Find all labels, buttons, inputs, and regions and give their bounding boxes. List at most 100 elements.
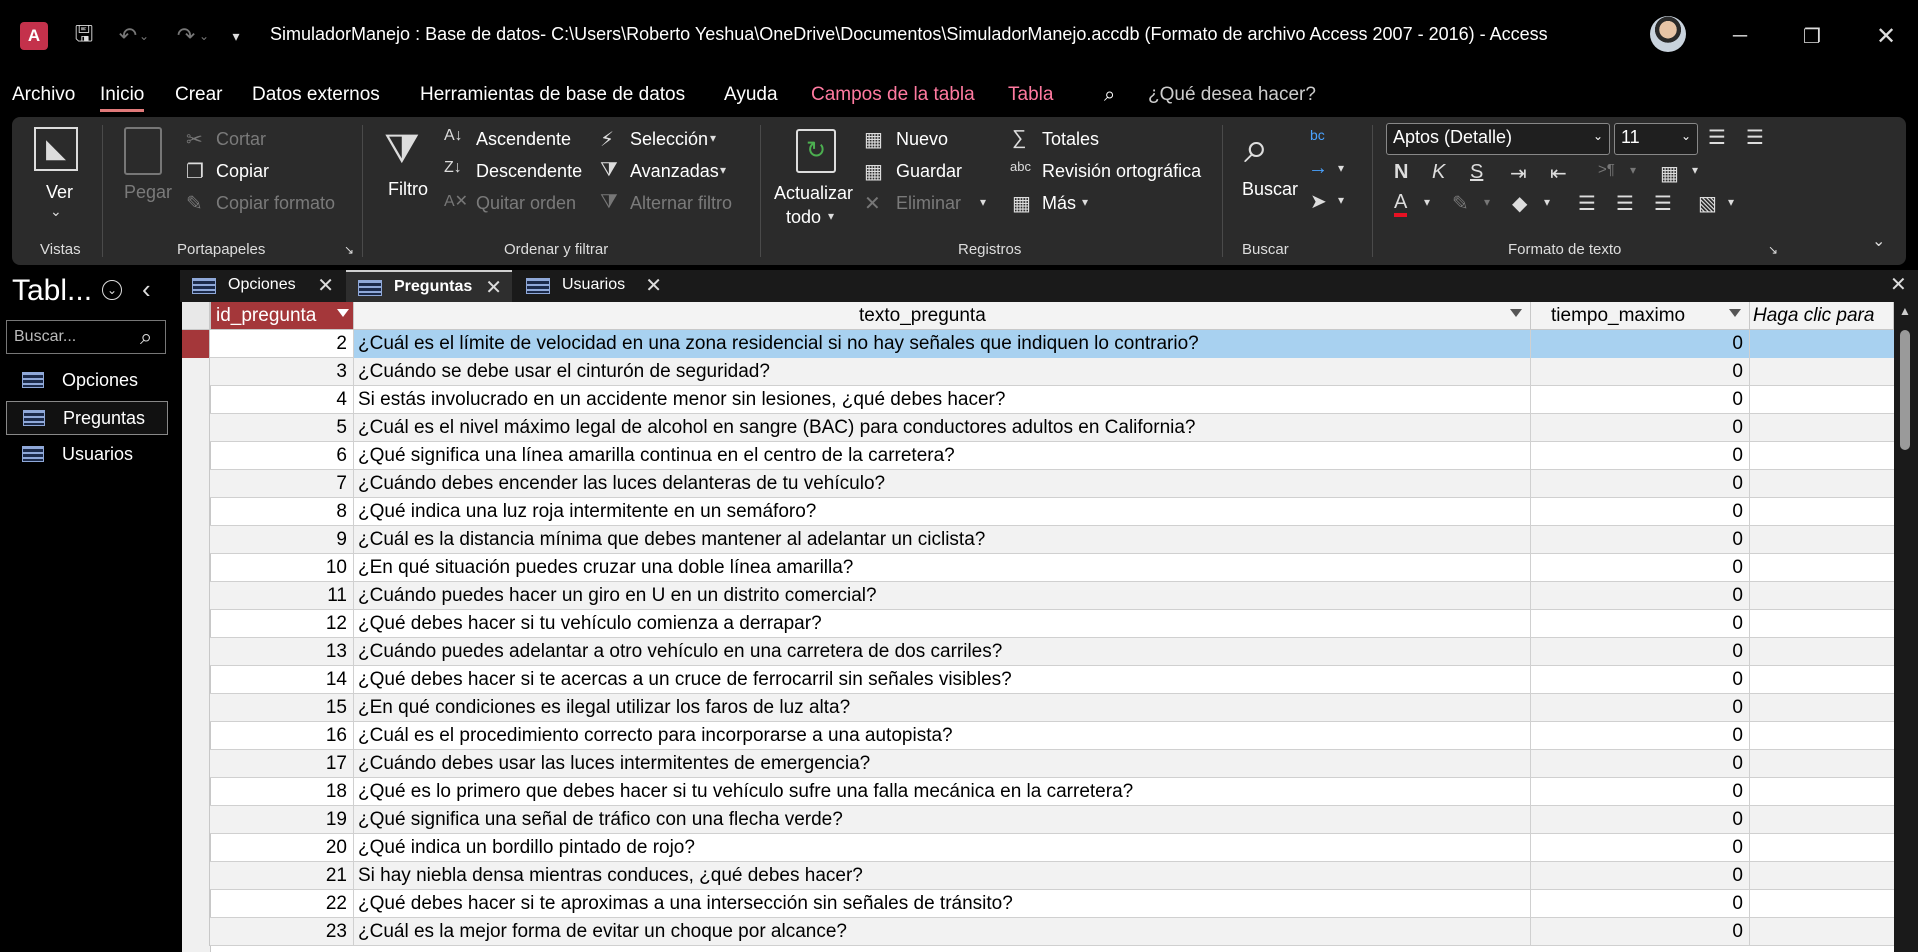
cell-tiempo-maximo[interactable]: 0 <box>1531 918 1750 946</box>
copiar-button[interactable]: Copiar <box>216 161 269 182</box>
cell-texto-pregunta[interactable]: ¿Cuál es la mejor forma de evitar un cho… <box>354 918 1531 946</box>
nav-item-usuarios[interactable]: Usuarios <box>6 438 168 472</box>
tell-me-input[interactable]: ¿Qué desea hacer? <box>1148 84 1316 106</box>
go-to-icon[interactable]: → <box>1308 157 1328 180</box>
record-selector[interactable] <box>182 806 210 834</box>
ortografia-button[interactable]: Revisión ortográfica <box>1042 161 1201 182</box>
table-row[interactable]: 17 ¿Cuándo debes usar las luces intermite… <box>182 750 1894 778</box>
table-row[interactable]: 23 ¿Cuál es la mejor forma de evitar un c… <box>182 918 1894 946</box>
cell-id-pregunta[interactable]: 9 <box>211 526 354 554</box>
cell-tiempo-maximo[interactable]: 0 <box>1531 330 1750 358</box>
cell-texto-pregunta[interactable]: ¿Qué indica un bordillo pintado de rojo? <box>354 834 1531 862</box>
table-row[interactable]: 13 ¿Cuándo puedes adelantar a otro vehícu… <box>182 638 1894 666</box>
sort-dropdown-icon[interactable] <box>337 309 349 317</box>
record-selector[interactable] <box>182 666 210 694</box>
menu-herramientas[interactable]: Herramientas de base de datos <box>420 84 685 106</box>
cell-add-field[interactable] <box>1750 890 1894 918</box>
cell-texto-pregunta[interactable]: ¿Cuál es el procedimiento correcto para … <box>354 722 1531 750</box>
cell-id-pregunta[interactable]: 17 <box>211 750 354 778</box>
table-row[interactable]: 14 ¿Qué debes hacer si te acercas a un cr… <box>182 666 1894 694</box>
record-selector[interactable] <box>182 526 210 554</box>
record-selector[interactable] <box>182 498 210 526</box>
cell-texto-pregunta[interactable]: ¿En qué situación puedes cruzar una dobl… <box>354 554 1531 582</box>
chevron-down-icon[interactable]: ▾ <box>1630 163 1636 177</box>
record-selector[interactable] <box>182 778 210 806</box>
cell-tiempo-maximo[interactable]: 0 <box>1531 414 1750 442</box>
cell-add-field[interactable] <box>1750 862 1894 890</box>
table-row[interactable]: 5 ¿Cuál es el nivel máximo legal de alcoh… <box>182 414 1894 442</box>
guardar-button[interactable]: Guardar <box>896 161 962 182</box>
actualizar-label[interactable]: Actualizar <box>774 183 853 204</box>
cell-texto-pregunta[interactable]: ¿Cuándo debes usar las luces intermitent… <box>354 750 1531 778</box>
minimize-icon[interactable]: ─ <box>1710 14 1770 58</box>
cell-add-field[interactable] <box>1750 582 1894 610</box>
chevron-down-icon[interactable]: ▾ <box>1082 195 1088 209</box>
select-all-button[interactable] <box>182 302 210 330</box>
chevron-down-icon[interactable]: ▾ <box>720 163 726 177</box>
cell-texto-pregunta[interactable]: ¿Cuál es el límite de velocidad en una z… <box>354 330 1531 358</box>
dialog-launcher-icon[interactable]: ↘ <box>1768 243 1778 257</box>
font-size-select[interactable]: 11 ⌄ <box>1614 123 1698 155</box>
avanzadas-button[interactable]: Avanzadas <box>630 161 719 182</box>
nav-menu-chevron-icon[interactable]: ⌄ <box>102 280 122 300</box>
table-row[interactable]: 15 ¿En qué condiciones es ilegal utilizar… <box>182 694 1894 722</box>
cell-add-field[interactable] <box>1750 694 1894 722</box>
seleccion-button[interactable]: Selección <box>630 129 708 150</box>
cell-tiempo-maximo[interactable]: 0 <box>1531 358 1750 386</box>
chevron-down-icon[interactable]: ▾ <box>980 195 986 209</box>
cell-texto-pregunta[interactable]: ¿Cuándo puedes adelantar a otro vehículo… <box>354 638 1531 666</box>
record-selector[interactable] <box>182 722 210 750</box>
cell-tiempo-maximo[interactable]: 0 <box>1531 694 1750 722</box>
record-selector[interactable] <box>182 834 210 862</box>
close-object-icon[interactable]: ✕ <box>1890 272 1907 297</box>
gridlines-icon[interactable]: ▦ <box>1660 161 1679 186</box>
cell-id-pregunta[interactable]: 10 <box>211 554 354 582</box>
cell-id-pregunta[interactable]: 18 <box>211 778 354 806</box>
cell-tiempo-maximo[interactable]: 0 <box>1531 778 1750 806</box>
tab-usuarios[interactable]: Usuarios ✕ <box>514 270 672 302</box>
table-row[interactable]: 22 ¿Qué debes hacer si te aproximas a una… <box>182 890 1894 918</box>
descendente-button[interactable]: Descendente <box>476 161 582 182</box>
mas-button[interactable]: Más <box>1042 193 1076 214</box>
nav-item-preguntas[interactable]: Preguntas <box>6 401 168 435</box>
cell-add-field[interactable] <box>1750 666 1894 694</box>
close-tab-icon[interactable]: ✕ <box>317 273 334 298</box>
cell-tiempo-maximo[interactable]: 0 <box>1531 890 1750 918</box>
cell-add-field[interactable] <box>1750 526 1894 554</box>
chevron-down-icon[interactable]: ⌄ <box>50 203 62 220</box>
chevron-down-icon[interactable]: ▾ <box>1728 195 1734 209</box>
record-selector[interactable] <box>182 554 210 582</box>
chevron-down-icon[interactable]: ▾ <box>710 131 716 145</box>
italic-icon[interactable]: K <box>1432 161 1445 184</box>
cell-texto-pregunta[interactable]: ¿Qué debes hacer si tu vehículo comienza… <box>354 610 1531 638</box>
cell-tiempo-maximo[interactable]: 0 <box>1531 610 1750 638</box>
record-selector[interactable] <box>182 330 210 358</box>
cell-id-pregunta[interactable]: 4 <box>211 386 354 414</box>
table-row[interactable]: 9 ¿Cuál es la distancia mínima que debes … <box>182 526 1894 554</box>
search-icon[interactable]: ⌕ <box>1104 84 1115 107</box>
nav-item-opciones[interactable]: Opciones <box>6 364 168 398</box>
record-selector[interactable] <box>182 582 210 610</box>
cell-texto-pregunta[interactable]: ¿Cuándo se debe usar el cinturón de segu… <box>354 358 1531 386</box>
decrease-indent-icon[interactable]: ⇤ <box>1550 161 1567 186</box>
cell-texto-pregunta[interactable]: ¿Cuándo puedes hacer un giro en U en un … <box>354 582 1531 610</box>
cell-texto-pregunta[interactable]: ¿Qué significa una señal de tráfico con … <box>354 806 1531 834</box>
quitar-orden-button[interactable]: Quitar orden <box>476 193 576 214</box>
increase-indent-icon[interactable]: ⇥ <box>1510 161 1527 186</box>
cell-texto-pregunta[interactable]: Si estás involucrado en un accidente men… <box>354 386 1531 414</box>
cell-tiempo-maximo[interactable]: 0 <box>1531 526 1750 554</box>
tab-opciones[interactable]: Opciones ✕ <box>180 270 344 302</box>
numbering-icon[interactable]: ☰ <box>1746 125 1764 150</box>
cell-id-pregunta[interactable]: 15 <box>211 694 354 722</box>
cell-tiempo-maximo[interactable]: 0 <box>1531 750 1750 778</box>
cell-tiempo-maximo[interactable]: 0 <box>1531 442 1750 470</box>
cell-id-pregunta[interactable]: 13 <box>211 638 354 666</box>
menu-crear[interactable]: Crear <box>175 84 223 106</box>
close-tab-icon[interactable]: ✕ <box>645 273 662 298</box>
cell-id-pregunta[interactable]: 5 <box>211 414 354 442</box>
bold-icon[interactable]: N <box>1394 161 1408 184</box>
chevron-down-icon[interactable]: ▾ <box>1692 163 1698 177</box>
table-row[interactable]: 16 ¿Cuál es el procedimiento correcto par… <box>182 722 1894 750</box>
customize-toolbar-icon[interactable]: ▾ <box>226 18 246 54</box>
restore-icon[interactable]: ❐ <box>1782 14 1842 58</box>
